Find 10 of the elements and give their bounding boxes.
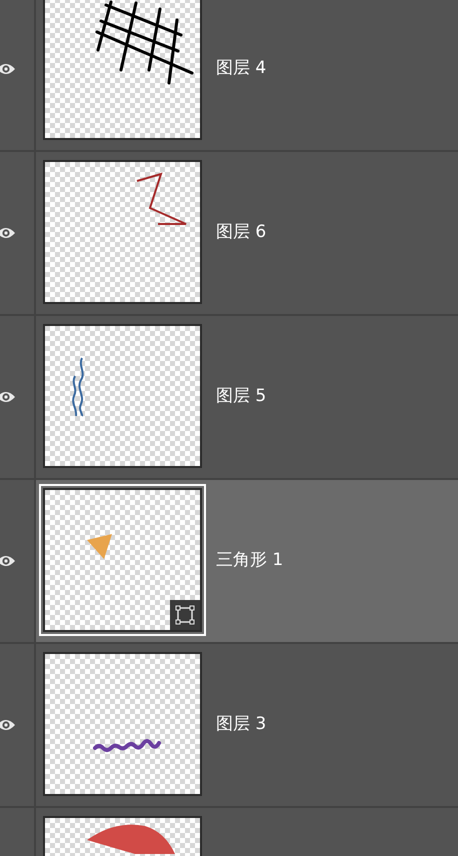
layer-name: 图层 6 <box>216 221 266 244</box>
zigzag-drawing <box>136 172 187 225</box>
layer-name: 图层 4 <box>216 57 266 80</box>
triangle-drawing <box>87 534 112 559</box>
transform-icon <box>170 600 200 630</box>
squiggle-drawing <box>72 358 84 416</box>
wave-drawing <box>93 739 161 752</box>
layer-name: 图层 5 <box>216 385 266 408</box>
layer-name: 图层 3 <box>216 713 266 736</box>
layer-name: 三角形 1 <box>216 549 284 572</box>
